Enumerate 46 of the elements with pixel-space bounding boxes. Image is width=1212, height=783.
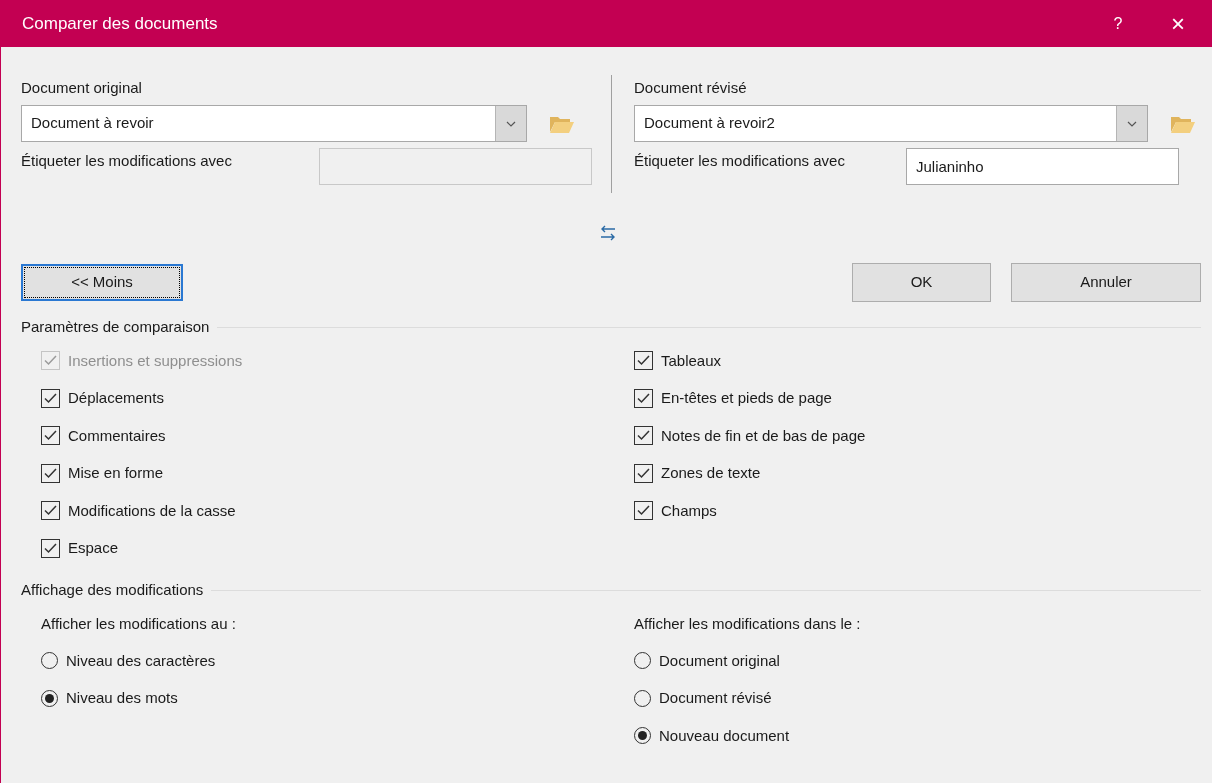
checkbox-label: Espace xyxy=(68,538,119,558)
checkbox-label: Tableaux xyxy=(661,350,722,371)
checkbox-label: Insertions et suppressions xyxy=(68,350,243,371)
checkbox[interactable] xyxy=(41,426,60,446)
checkbox-label: Déplacements xyxy=(68,388,164,408)
group-label: Afficher les modifications au : xyxy=(41,614,237,634)
less-button[interactable]: << Moins xyxy=(21,264,183,301)
checkbox[interactable] xyxy=(41,463,60,483)
chevron-down-icon xyxy=(1127,120,1137,127)
checkbox-label: Mise en forme xyxy=(68,463,164,483)
help-button[interactable]: ? xyxy=(1098,11,1138,36)
checkbox[interactable] xyxy=(634,501,653,521)
group-label: Afficher les modifications dans le : xyxy=(634,614,861,634)
checkbox[interactable] xyxy=(41,501,60,521)
field-label: Étiqueter les modifications avec xyxy=(21,151,233,171)
field-label: Document révisé xyxy=(634,78,748,98)
checkbox[interactable] xyxy=(634,388,653,408)
checkbox-label: Commentaires xyxy=(68,425,166,446)
section-heading: Affichage des modifications xyxy=(21,580,204,600)
checkbox[interactable] xyxy=(41,538,60,558)
radio-label: Document original xyxy=(659,650,780,671)
section-heading: Paramètres de comparaison xyxy=(21,317,210,337)
checkbox[interactable] xyxy=(634,351,653,371)
document-dropdown[interactable]: Document à revoir xyxy=(21,105,527,142)
window-title: Comparer des documents xyxy=(22,12,218,35)
radio-label: Document révisé xyxy=(659,688,772,708)
ok-button[interactable]: OK xyxy=(852,263,991,302)
radio-label: Nouveau document xyxy=(659,725,790,746)
cancel-button[interactable]: Annuler xyxy=(1011,263,1201,302)
checkbox[interactable] xyxy=(41,388,60,408)
field-label: Document original xyxy=(21,78,143,98)
checkbox-label: Notes de fin et de bas de page xyxy=(661,425,866,446)
checkbox[interactable] xyxy=(634,463,653,483)
document-dropdown[interactable]: Document à revoir2 xyxy=(634,105,1148,142)
checkbox-label: Champs xyxy=(661,500,717,521)
radio-label: Niveau des caractères xyxy=(66,650,216,671)
checkbox-label: Modifications de la casse xyxy=(68,500,236,521)
checkbox-label: Zones de texte xyxy=(661,463,761,483)
checkbox-label: En-têtes et pieds de page xyxy=(661,388,832,408)
checkbox[interactable] xyxy=(634,426,653,446)
tag-input-field[interactable]: Julianinho xyxy=(906,148,1179,185)
close-button[interactable]: × xyxy=(1158,11,1198,36)
chevron-down-icon xyxy=(506,120,516,127)
radio-label: Niveau des mots xyxy=(66,688,178,708)
swap-arrows-icon[interactable] xyxy=(599,224,616,242)
field-label: Étiqueter les modifications avec xyxy=(634,151,846,171)
